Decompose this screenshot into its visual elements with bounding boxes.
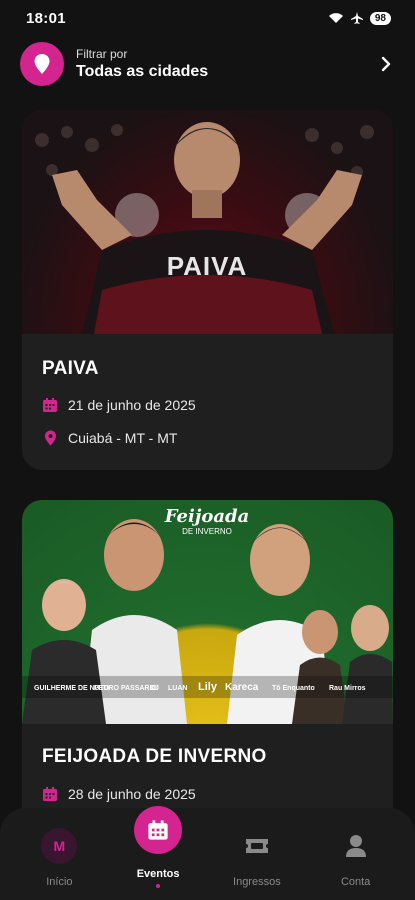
bottom-navigation: M Início Eventos Ingressos Conta bbox=[0, 806, 415, 900]
jersey-text: PAIVA bbox=[167, 251, 248, 281]
filter-caption: Filtrar por bbox=[76, 47, 128, 61]
feijoada-logo-text: Feijoada bbox=[164, 506, 250, 527]
event-location-row: Cuiabá - MT - MT bbox=[42, 430, 177, 446]
chevron-right-icon bbox=[374, 52, 398, 76]
event-date: 28 de junho de 2025 bbox=[68, 786, 196, 802]
nav-label: Ingressos bbox=[233, 876, 281, 888]
nav-eventos[interactable]: Eventos bbox=[113, 806, 203, 900]
event-date-row: 21 de junho de 2025 bbox=[42, 397, 196, 413]
event-title: PAIVA bbox=[42, 358, 99, 379]
nav-label: Eventos bbox=[136, 868, 180, 880]
nav-conta[interactable]: Conta bbox=[311, 808, 401, 900]
nav-label: Início bbox=[46, 876, 73, 888]
artist-label: Kareca bbox=[225, 682, 259, 693]
feijoada-logo-sub: DE INVERNO bbox=[182, 527, 232, 536]
event-date: 21 de junho de 2025 bbox=[68, 397, 196, 413]
ticket-icon bbox=[235, 824, 279, 868]
status-bar: 18:01 98 bbox=[0, 0, 415, 36]
filter-value: Todas as cidades bbox=[76, 63, 209, 80]
calendar-icon bbox=[42, 786, 58, 802]
event-image-feijoada: Feijoada DE INVERNO GUILHERME DE NUTO PE… bbox=[22, 500, 393, 724]
status-time: 18:01 bbox=[26, 9, 66, 27]
battery-indicator: 98 bbox=[369, 11, 391, 25]
artist-label: Tô Enquanto bbox=[272, 685, 315, 692]
event-date-row: 28 de junho de 2025 bbox=[42, 786, 196, 802]
avatar: M bbox=[37, 824, 81, 868]
event-card-paiva[interactable]: PAIVA PAIVA 21 de junho de 2025 Cuiabá -… bbox=[22, 110, 393, 470]
nav-inicio[interactable]: M Início bbox=[14, 808, 104, 900]
event-title: FEIJOADA DE INVERNO bbox=[42, 746, 267, 767]
artist-label: DJ bbox=[150, 685, 159, 692]
artist-label: Lily bbox=[198, 681, 218, 693]
filter-text: Filtrar por Todas as cidades bbox=[76, 47, 374, 81]
nav-label: Conta bbox=[340, 876, 371, 888]
avatar-initial: M bbox=[41, 828, 78, 864]
location-pin-icon bbox=[20, 42, 64, 86]
event-location: Cuiabá - MT - MT bbox=[68, 430, 178, 446]
city-filter[interactable]: Filtrar por Todas as cidades bbox=[20, 40, 398, 88]
person-icon bbox=[334, 824, 378, 868]
location-pin-icon bbox=[42, 430, 58, 446]
calendar-icon bbox=[42, 397, 58, 413]
wifi-icon bbox=[328, 13, 343, 23]
active-indicator bbox=[156, 884, 161, 888]
artist-label: Rau Mirros bbox=[329, 685, 366, 692]
nav-ingressos[interactable]: Ingressos bbox=[212, 808, 302, 900]
event-image-paiva: PAIVA bbox=[22, 110, 393, 334]
event-card-feijoada[interactable]: Feijoada DE INVERNO GUILHERME DE NUTO PE… bbox=[22, 500, 393, 840]
artist-label: PEDRO PASSARIO bbox=[94, 685, 157, 692]
artist-label: LUAN bbox=[168, 685, 187, 692]
airplane-icon bbox=[350, 12, 363, 24]
status-icons: 98 bbox=[328, 11, 391, 25]
calendar-icon bbox=[134, 806, 183, 854]
